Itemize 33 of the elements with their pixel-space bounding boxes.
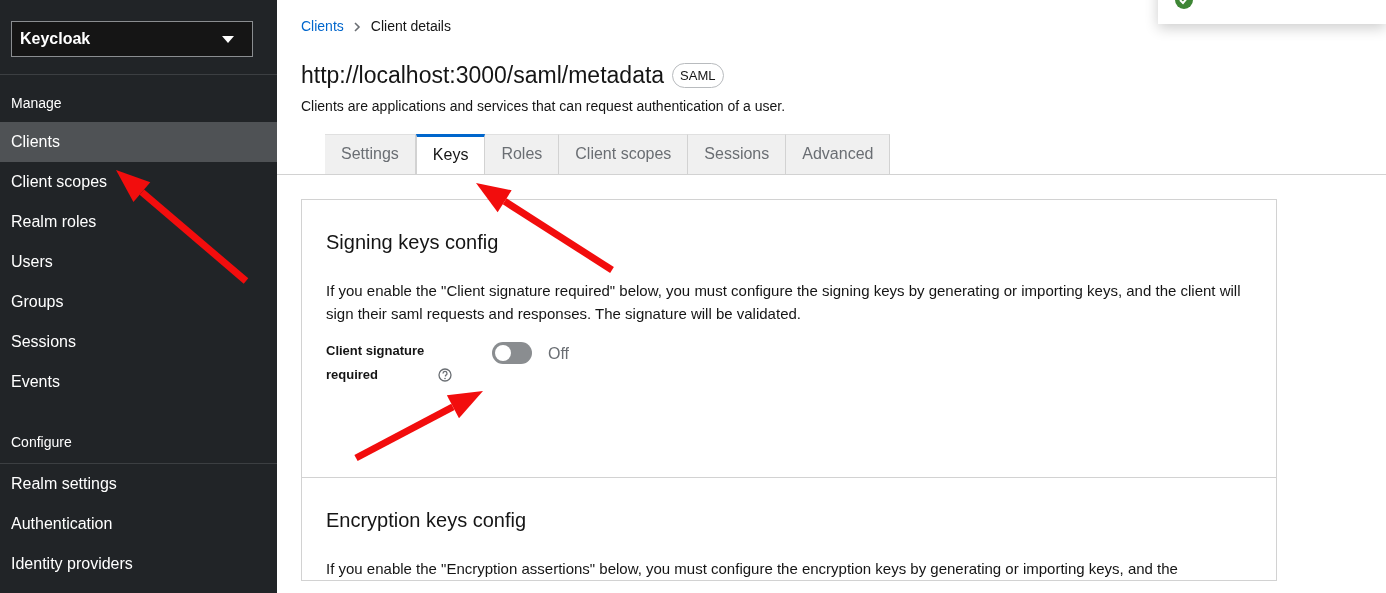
- tab[interactable]: Client scopes: [559, 133, 689, 174]
- nav-item[interactable]: Identity providers: [0, 544, 277, 584]
- nav-item[interactable]: Groups: [0, 282, 277, 322]
- tab[interactable]: Roles: [485, 133, 560, 174]
- section-title: Signing keys config: [326, 229, 500, 255]
- nav-item[interactable]: Sessions: [0, 322, 277, 362]
- page-title: http://localhost:3000/saml/metadata: [301, 61, 665, 90]
- page-description: Clients are applications and services that can request authentication of a user.: [301, 96, 787, 116]
- nav-item[interactable]: Clients: [0, 122, 277, 162]
- nav-section-heading: Manage: [10, 94, 63, 113]
- switch-state: Off: [548, 343, 570, 364]
- breadcrumb-current: Client details: [370, 17, 451, 36]
- tab[interactable]: Settings: [325, 133, 416, 174]
- caret-icon: [222, 35, 234, 43]
- nav-item[interactable]: Client scopes: [0, 162, 277, 202]
- section-description: If you enable the "Client signature required" below, you must configure the signing keys by generating or importing keys, and the client will sign their saml requests and responses. The signature will be validated.: [326, 280, 1242, 324]
- nav-section-heading: Configure: [0, 432, 277, 464]
- toggle-switch[interactable]: [492, 341, 532, 364]
- tab[interactable]: Advanced: [786, 133, 891, 174]
- chevron-right-icon: [353, 21, 361, 32]
- nav-item[interactable]: Realm settings: [0, 464, 277, 504]
- breadcrumb-link[interactable]: Clients: [301, 16, 344, 37]
- section-title: Encryption keys config: [326, 507, 528, 533]
- tab[interactable]: Keys: [415, 133, 486, 174]
- nav-item[interactable]: Realm roles: [0, 202, 277, 242]
- field-label: Client signature required: [326, 341, 426, 384]
- help-icon: [438, 367, 452, 382]
- tab[interactable]: Sessions: [688, 133, 787, 174]
- realm-select[interactable]: Keycloak: [11, 21, 253, 57]
- nav-item[interactable]: Users: [0, 242, 277, 282]
- nav-item[interactable]: Authentication: [0, 504, 277, 544]
- section-description: If you enable the "Encryption assertions" below, you must configure the encryption keys by generating or importing keys, and the: [326, 558, 1179, 579]
- nav-item[interactable]: Events: [0, 362, 277, 402]
